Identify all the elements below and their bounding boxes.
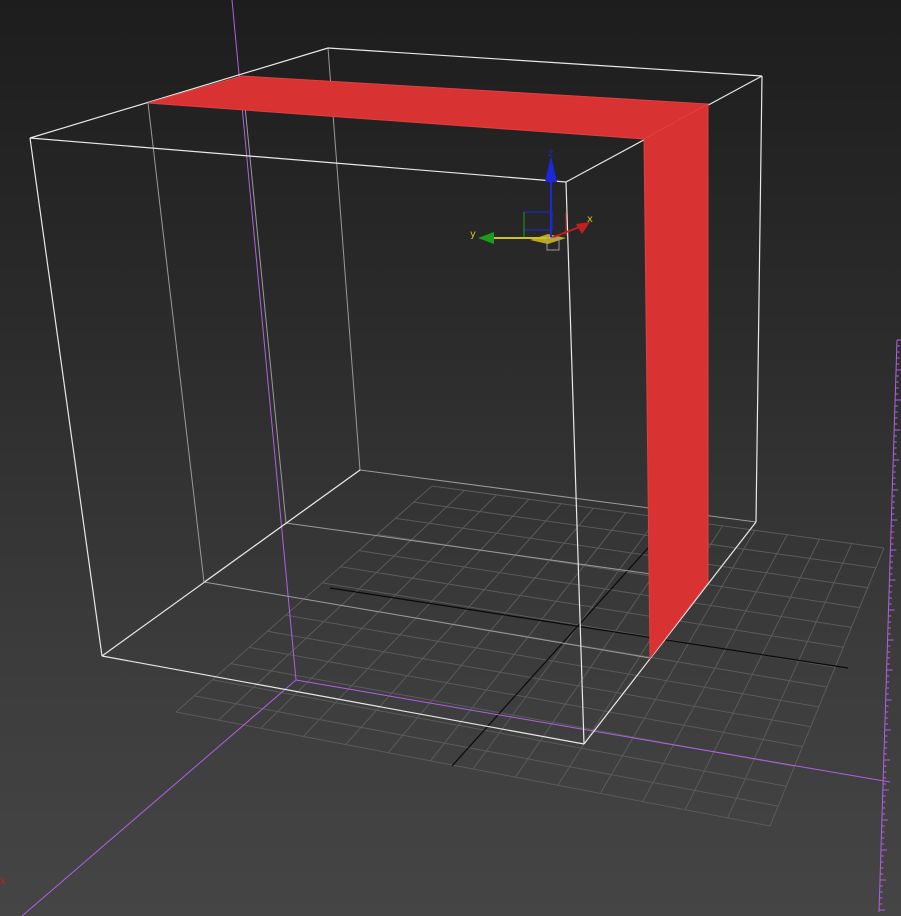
grid-line xyxy=(249,646,803,748)
wire-edge xyxy=(241,75,287,524)
plane-side-face xyxy=(643,103,709,660)
gizmo-y-arrow xyxy=(478,232,494,244)
gizmo-x-label: x xyxy=(587,214,593,225)
ruler-ticks xyxy=(878,339,901,913)
wire-edge xyxy=(147,102,205,583)
wire-edge xyxy=(29,137,567,183)
gizmo-plane-handle xyxy=(523,211,553,231)
wire-edge xyxy=(29,137,103,657)
gizmo-y-label: y xyxy=(470,229,476,240)
construction-line xyxy=(295,679,891,783)
wire-edge xyxy=(327,47,763,77)
wire-edge xyxy=(565,181,585,745)
viewport-canvas[interactable]: x y z x xyxy=(0,0,901,916)
grid-line xyxy=(175,711,771,827)
gizmo-z-label: z xyxy=(548,148,553,159)
ruler-spine xyxy=(878,339,898,913)
gizmo-z-arrow xyxy=(545,156,557,182)
wire-edge xyxy=(101,469,361,657)
world-axis-tripod-label: x xyxy=(0,876,6,887)
grid-center-axes xyxy=(329,547,849,767)
grid-line xyxy=(285,614,819,708)
grid-line xyxy=(267,630,811,728)
transform-gizmo[interactable]: x y z xyxy=(470,148,593,251)
construction-line xyxy=(21,679,297,916)
3d-viewport[interactable]: x y z x xyxy=(0,0,901,916)
wire-edge xyxy=(755,75,763,523)
plane-top-face xyxy=(147,75,710,140)
grid-line xyxy=(727,543,853,819)
